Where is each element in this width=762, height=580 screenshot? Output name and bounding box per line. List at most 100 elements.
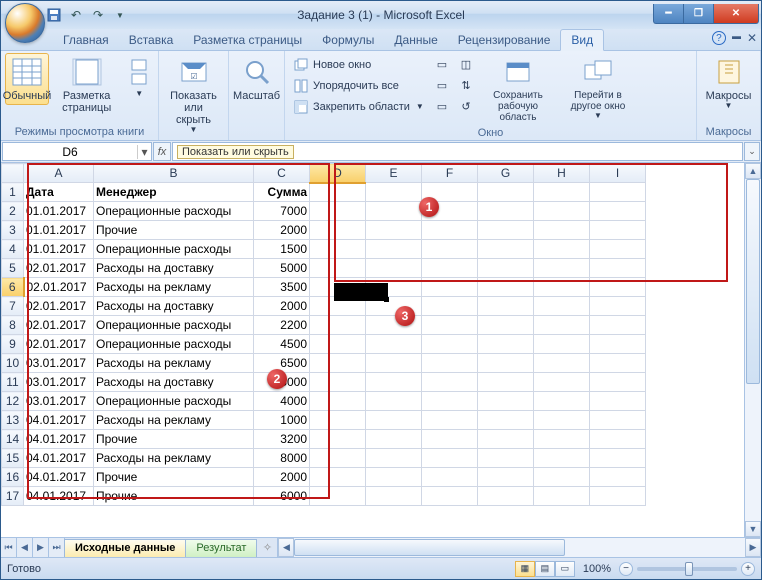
cell-I12[interactable] [590,392,646,411]
row-header-6[interactable]: 6 [2,278,24,297]
tab-home[interactable]: Главная [53,30,119,50]
cell-F11[interactable] [422,373,478,392]
cell-D2[interactable] [310,202,366,221]
cell-D3[interactable] [310,221,366,240]
office-button[interactable] [5,3,45,43]
cell-E1[interactable] [366,183,422,202]
cell-F9[interactable] [422,335,478,354]
cell-G16[interactable] [478,468,534,487]
status-view-normal-icon[interactable]: ▦ [515,561,535,577]
cell-E5[interactable] [366,259,422,278]
row-header-4[interactable]: 4 [2,240,24,259]
cell-D10[interactable] [310,354,366,373]
cell-D13[interactable] [310,411,366,430]
scroll-right-icon[interactable]: ▶ [745,538,761,557]
cell-B6[interactable]: Расходы на рекламу [94,278,254,297]
cell-H17[interactable] [534,487,590,506]
view-page-layout-button[interactable]: Разметка страницы [51,53,122,117]
col-header-B[interactable]: B [94,164,254,183]
cell-I14[interactable] [590,430,646,449]
zoom-level[interactable]: 100% [583,563,611,575]
cell-C13[interactable]: 1000 [254,411,310,430]
cell-B7[interactable]: Расходы на доставку [94,297,254,316]
sheet-tab-source-data[interactable]: Исходные данные [64,539,186,557]
col-header-H[interactable]: H [534,164,590,183]
cell-B15[interactable]: Расходы на рекламу [94,449,254,468]
save-icon[interactable] [45,6,63,24]
select-all-corner[interactable] [2,164,24,183]
cell-C14[interactable]: 3200 [254,430,310,449]
cell-F15[interactable] [422,449,478,468]
cell-I8[interactable] [590,316,646,335]
cell-G12[interactable] [478,392,534,411]
cell-D17[interactable] [310,487,366,506]
cell-B12[interactable]: Операционные расходы [94,392,254,411]
cell-H11[interactable] [534,373,590,392]
window-inner-close-icon[interactable]: ✕ [747,31,757,45]
cell-A9[interactable]: 02.01.2017 [24,335,94,354]
zoom-in-button[interactable]: + [741,562,755,576]
cell-E2[interactable] [366,202,422,221]
row-header-15[interactable]: 15 [2,449,24,468]
cell-D15[interactable] [310,449,366,468]
cell-I7[interactable] [590,297,646,316]
cell-I6[interactable] [590,278,646,297]
cell-G11[interactable] [478,373,534,392]
tab-review[interactable]: Рецензирование [448,30,561,50]
row-header-9[interactable]: 9 [2,335,24,354]
cell-H1[interactable] [534,183,590,202]
cell-F3[interactable] [422,221,478,240]
cell-B10[interactable]: Расходы на рекламу [94,354,254,373]
cell-B14[interactable]: Прочие [94,430,254,449]
cell-G15[interactable] [478,449,534,468]
tab-data[interactable]: Данные [384,30,447,50]
col-header-C[interactable]: C [254,164,310,183]
cell-A16[interactable]: 04.01.2017 [24,468,94,487]
vscroll-thumb[interactable] [746,179,760,384]
cell-A2[interactable]: 01.01.2017 [24,202,94,221]
redo-icon[interactable]: ↷ [89,6,107,24]
cell-G8[interactable] [478,316,534,335]
zoom-out-button[interactable]: − [619,562,633,576]
cell-F17[interactable] [422,487,478,506]
col-header-A[interactable]: A [24,164,94,183]
cell-D5[interactable] [310,259,366,278]
view-side-button[interactable]: ◫ [455,55,477,75]
row-header-3[interactable]: 3 [2,221,24,240]
fx-button[interactable]: fx [153,142,171,161]
zoom-slider-knob[interactable] [685,562,693,576]
cell-D1[interactable] [310,183,366,202]
spreadsheet-grid[interactable]: ABCDEFGHI1ДатаМенеджерСумма201.01.2017Оп… [1,163,646,506]
cell-I11[interactable] [590,373,646,392]
scroll-left-icon[interactable]: ◀ [278,538,294,557]
cell-G13[interactable] [478,411,534,430]
cell-C4[interactable]: 1500 [254,240,310,259]
cell-E9[interactable] [366,335,422,354]
sheet-nav-last-icon[interactable]: ⏭ [49,538,65,557]
cell-F5[interactable] [422,259,478,278]
cell-D11[interactable] [310,373,366,392]
cell-H9[interactable] [534,335,590,354]
cell-D8[interactable] [310,316,366,335]
cell-H15[interactable] [534,449,590,468]
cell-F6[interactable] [422,278,478,297]
cell-D14[interactable] [310,430,366,449]
arrange-all-button[interactable]: Упорядочить все [289,76,429,96]
cell-A3[interactable]: 01.01.2017 [24,221,94,240]
cell-A17[interactable]: 04.01.2017 [24,487,94,506]
cell-I9[interactable] [590,335,646,354]
cell-C7[interactable]: 2000 [254,297,310,316]
cell-A11[interactable]: 03.01.2017 [24,373,94,392]
cell-B16[interactable]: Прочие [94,468,254,487]
cell-H7[interactable] [534,297,590,316]
cell-E17[interactable] [366,487,422,506]
cell-B17[interactable]: Прочие [94,487,254,506]
col-header-E[interactable]: E [366,164,422,183]
cell-I10[interactable] [590,354,646,373]
switch-windows-button[interactable]: Перейти в другое окно ▼ [559,53,637,126]
cell-D9[interactable] [310,335,366,354]
col-header-D[interactable]: D [310,164,366,183]
save-workspace-button[interactable]: Сохранить рабочую область [479,53,557,126]
cell-C15[interactable]: 8000 [254,449,310,468]
status-view-layout-icon[interactable]: ▤ [535,561,555,577]
